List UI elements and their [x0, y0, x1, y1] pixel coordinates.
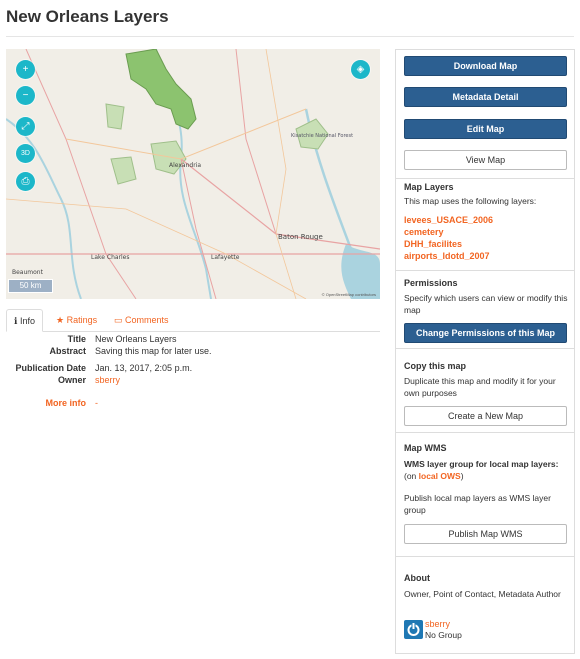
section-divider — [396, 178, 574, 179]
tab-label: Info — [19, 316, 35, 326]
comment-icon: ▭ — [114, 315, 123, 325]
info-label: Title — [67, 334, 86, 344]
download-map-button[interactable]: Download Map — [404, 56, 567, 76]
about-heading: About — [404, 573, 430, 583]
local-ows-link[interactable]: local OWS — [419, 471, 461, 481]
forest-area — [125, 49, 197, 130]
page-title: New Orleans Layers — [6, 7, 169, 26]
layer-link[interactable]: levees_USACE_2006 — [404, 215, 493, 225]
fullscreen-icon[interactable]: ⤢ — [16, 117, 35, 136]
wms-ows-prefix: (on — [404, 471, 419, 481]
print-icon[interactable]: ⎙ — [16, 172, 35, 191]
change-permissions-button[interactable]: Change Permissions of this Map — [404, 323, 567, 343]
about-user-link[interactable]: sberry — [425, 619, 450, 629]
map-place-label: Alexandria — [169, 162, 201, 169]
copy-map-heading: Copy this map — [404, 361, 467, 371]
forest-area — [110, 156, 137, 185]
section-divider — [396, 348, 574, 349]
zoom-out-icon[interactable]: − — [16, 86, 35, 105]
tab-ratings[interactable]: ★ Ratings — [49, 309, 104, 332]
wms-group-label: WMS layer group for local map layers: — [404, 459, 559, 469]
map-attribution[interactable]: © OpenStreetMap contributors — [322, 292, 376, 297]
3d-toggle-icon[interactable]: 3D — [16, 144, 35, 163]
road — [265, 49, 297, 299]
forest-area — [105, 103, 125, 130]
section-divider — [396, 432, 574, 433]
more-info-label: More info — [45, 398, 87, 408]
map-place-label: Lake Charles — [91, 254, 130, 261]
map-viewer[interactable]: Alexandria Baton Rouge Lafayette Lake Ch… — [6, 49, 380, 299]
scale-bar: 50 km — [8, 279, 53, 293]
create-new-map-button[interactable]: Create a New Map — [404, 406, 567, 426]
section-divider — [396, 270, 574, 271]
owner-link[interactable]: sberry — [95, 375, 120, 385]
map-canvas[interactable]: Alexandria Baton Rouge Lafayette Lake Ch… — [6, 49, 380, 299]
map-place-label: Kisatchie National Forest — [291, 133, 353, 139]
wms-publish-text: Publish local map layers as WMS layer gr… — [404, 493, 551, 515]
permissions-text: Specify which users can view or modify t… — [404, 293, 568, 315]
about-group: No Group — [425, 630, 462, 640]
publish-map-wms-button[interactable]: Publish Map WMS — [404, 524, 567, 544]
info-value: New Orleans Layers — [95, 334, 177, 344]
metadata-detail-button[interactable]: Metadata Detail — [404, 87, 567, 107]
zoom-in-icon[interactable]: + — [16, 60, 35, 79]
user-avatar[interactable] — [404, 620, 423, 639]
map-layers-heading: Map Layers — [404, 182, 454, 192]
about-text: Owner, Point of Contact, Metadata Author — [404, 589, 561, 599]
wms-ows-line: (on local OWS) — [404, 470, 568, 482]
star-icon: ★ — [56, 315, 65, 325]
permissions-heading: Permissions — [404, 278, 458, 288]
info-value: Jan. 13, 2017, 2:05 p.m. — [95, 363, 193, 373]
section-divider — [396, 556, 574, 557]
lake — [341, 244, 380, 299]
road — [235, 49, 277, 235]
map-layers-text: This map uses the following layers: — [404, 196, 537, 206]
sidebar-panel: Download Map Metadata Detail Edit Map Vi… — [395, 49, 575, 654]
layer-link[interactable]: cemetery — [404, 227, 444, 237]
tab-comments[interactable]: ▭ Comments — [107, 309, 176, 332]
map-wms-heading: Map WMS — [404, 443, 447, 453]
wms-ows-suffix: ) — [460, 471, 464, 481]
more-info-value: - — [95, 398, 98, 408]
tab-label: Comments — [125, 315, 169, 325]
info-icon: ℹ — [14, 316, 18, 326]
title-divider — [6, 36, 574, 37]
layer-link[interactable]: DHH_facilites — [404, 239, 462, 249]
tab-label: Ratings — [66, 315, 98, 325]
edit-map-button[interactable]: Edit Map — [404, 119, 567, 139]
road — [180, 158, 217, 299]
view-map-button[interactable]: View Map — [404, 150, 567, 170]
tab-info[interactable]: ℹ Info — [6, 309, 43, 332]
layers-icon[interactable]: ◈ — [351, 60, 370, 79]
info-value: Saving this map for later use. — [95, 346, 212, 356]
map-place-label: Beaumont — [12, 269, 44, 276]
detail-tabs: ℹ Info ★ Ratings ▭ Comments — [6, 309, 380, 332]
power-icon — [407, 623, 420, 636]
info-label: Abstract — [49, 346, 86, 356]
info-label: Owner — [57, 375, 86, 385]
map-place-label: Lafayette — [211, 254, 240, 261]
layer-link[interactable]: airports_ldotd_2007 — [404, 251, 490, 261]
map-place-label: Baton Rouge — [278, 233, 323, 241]
copy-map-text: Duplicate this map and modify it for you… — [404, 376, 556, 398]
info-label: Publication Date — [15, 363, 86, 373]
